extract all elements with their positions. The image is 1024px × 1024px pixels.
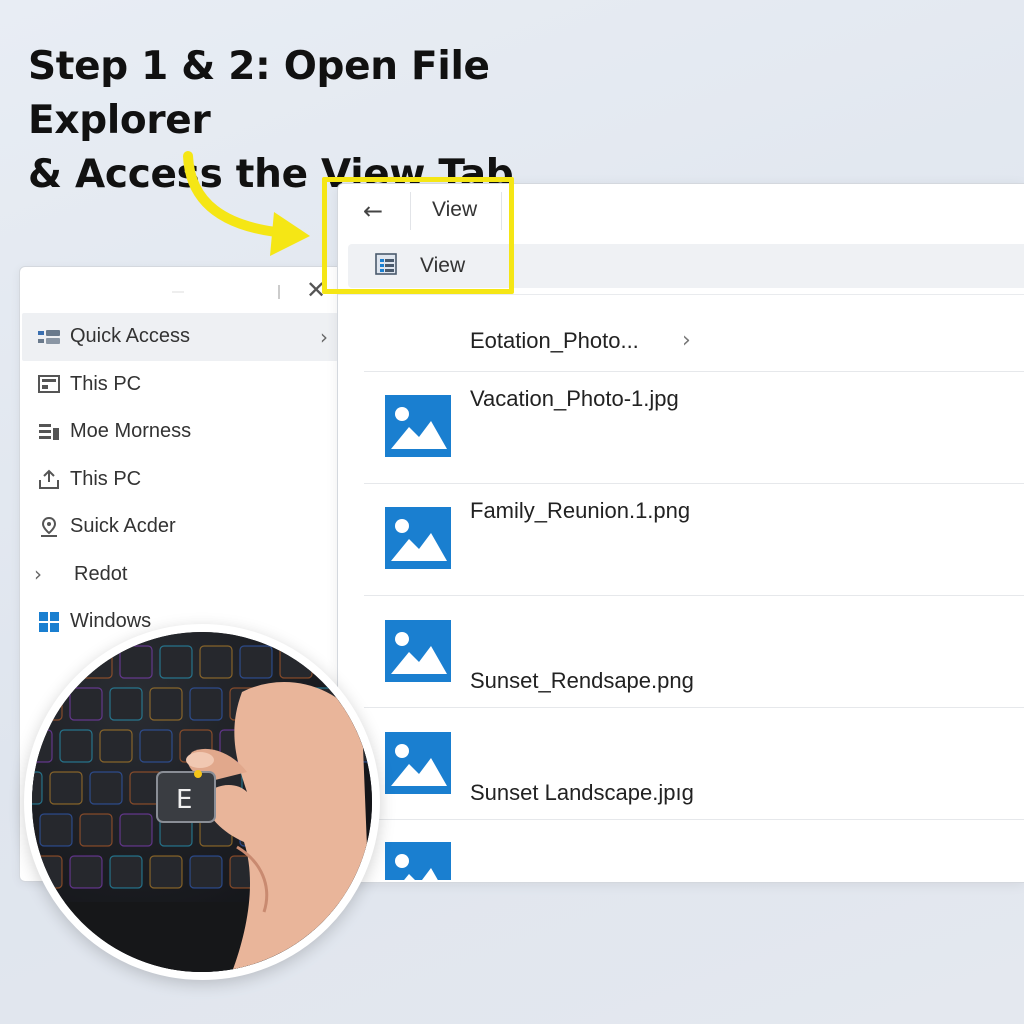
key-e-label: E (176, 785, 192, 815)
image-file-icon (385, 395, 451, 457)
keycap (32, 771, 43, 805)
quick-access-icon (36, 326, 62, 348)
file-name: Sunset_Rendsape.png (470, 668, 694, 693)
keycap (79, 813, 113, 847)
keycap (89, 771, 123, 805)
keycap (189, 687, 223, 721)
minimize-mark (172, 291, 184, 293)
file-name: Vacation_Photo-1.jpg (470, 386, 679, 411)
windows-logo-icon (36, 611, 62, 633)
nav-label: Redot (74, 562, 128, 585)
nav-label: Quick Access (70, 325, 191, 348)
keycap (149, 687, 183, 721)
keycap (139, 729, 173, 763)
hand-pressing-keyboard: E (32, 632, 372, 972)
keycap (119, 645, 153, 679)
file-row[interactable] (364, 820, 1024, 880)
image-file-icon (385, 507, 451, 569)
maximize-mark (278, 285, 280, 299)
keycap (109, 687, 143, 721)
file-row[interactable]: Family_Reunion.1.png (364, 484, 1024, 596)
keycap (119, 813, 153, 847)
nav-label: Suick Acder (70, 515, 176, 538)
chevron-right-icon[interactable]: › (320, 325, 328, 349)
keycap (189, 855, 223, 889)
image-file-icon (385, 620, 451, 682)
computer-icon (36, 373, 62, 395)
keycap (69, 687, 103, 721)
chevron-right-icon[interactable]: › (34, 562, 60, 586)
nav-label: This PC (70, 467, 142, 490)
location-icon (36, 516, 62, 538)
keycap (59, 729, 93, 763)
file-name: Sunset Landscape.jpıg (470, 780, 694, 805)
folder-name: Eotation_Photo... (470, 328, 639, 353)
keycap (159, 645, 193, 679)
nav-item-this-pc-2[interactable]: This PC (22, 456, 338, 504)
upload-icon (36, 468, 62, 490)
keycap (149, 855, 183, 889)
image-file-icon (385, 842, 451, 880)
view-tab-highlight (322, 177, 514, 294)
folder-row[interactable]: Eotation_Photo... › (364, 312, 1024, 372)
navigation-list: Quick Access › This PC Moe Morness This … (22, 313, 338, 646)
headline-line-1: Step 1 & 2: Open File Explorer (28, 44, 490, 143)
chevron-right-icon[interactable]: › (682, 328, 691, 353)
keycap (69, 855, 103, 889)
nav-label: This PC (70, 372, 142, 395)
keycap (49, 771, 83, 805)
nav-item-redot[interactable]: › Redot (22, 551, 338, 599)
file-list: Eotation_Photo... › Vacation_Photo-1.jpg… (364, 312, 1024, 880)
pointer-arrow-icon (183, 151, 310, 256)
keycap (239, 645, 273, 679)
keycap (39, 813, 73, 847)
nav-label: Moe Morness (70, 420, 192, 443)
file-row[interactable]: Sunset Landscape.jpıg (364, 708, 1024, 820)
nav-titlebar: ✕ (20, 267, 348, 313)
nav-item-this-pc[interactable]: This PC (22, 361, 338, 409)
divider (338, 294, 1024, 295)
keycap (199, 645, 233, 679)
keycap (109, 855, 143, 889)
keyboard-photo-inset: E (24, 624, 380, 980)
file-name: Family_Reunion.1.png (470, 498, 691, 523)
nav-label: Windows (70, 610, 152, 633)
nav-item-moe-morness[interactable]: Moe Morness (22, 408, 338, 456)
nav-item-quick-access[interactable]: Quick Access › (22, 313, 338, 361)
image-file-icon (385, 732, 451, 794)
file-row[interactable]: Vacation_Photo-1.jpg (364, 372, 1024, 484)
documents-icon (36, 421, 62, 443)
file-row[interactable]: Sunset_Rendsape.png (364, 596, 1024, 708)
keycap (99, 729, 133, 763)
nav-item-suick-acder[interactable]: Suick Acder (22, 503, 338, 551)
